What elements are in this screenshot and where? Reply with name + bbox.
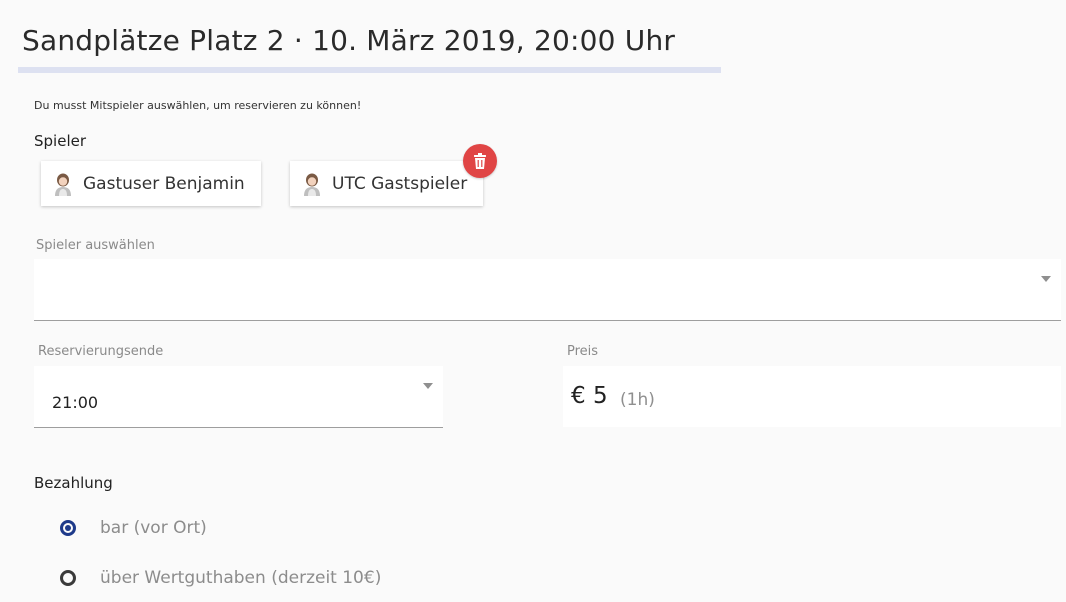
payment-option-cash[interactable]: bar (vor Ort) xyxy=(60,518,207,538)
player-select[interactable] xyxy=(34,259,1061,321)
hint-text: Du musst Mitspieler auswählen, um reserv… xyxy=(34,99,362,112)
radio-checked-icon[interactable] xyxy=(60,520,76,536)
price-duration: (1h) xyxy=(620,390,655,410)
player-avatar-icon xyxy=(55,173,71,196)
title-underline xyxy=(18,67,721,73)
players-label: Spieler xyxy=(34,132,87,150)
reservation-end-select[interactable]: 21:00 xyxy=(34,366,443,428)
player-avatar-icon xyxy=(304,173,320,196)
price-field: € 5 (1h) xyxy=(563,366,1061,427)
player-select-label: Spieler auswählen xyxy=(36,238,155,253)
radio-unchecked-icon[interactable] xyxy=(60,570,76,586)
player-chip-1[interactable]: Gastuser Benjamin xyxy=(41,161,261,206)
remove-player-button[interactable] xyxy=(463,144,497,178)
chevron-down-icon xyxy=(423,383,433,389)
price-amount: € 5 xyxy=(571,383,608,409)
player-chip-2[interactable]: UTC Gastspieler xyxy=(290,161,483,206)
player-chip-name: Gastuser Benjamin xyxy=(83,173,245,194)
trash-icon xyxy=(474,153,486,169)
page-title: Sandplätze Platz 2 · 10. März 2019, 20:0… xyxy=(22,24,676,57)
price-label: Preis xyxy=(567,344,599,359)
payment-option-label: über Wertguthaben (derzeit 10€) xyxy=(100,568,382,588)
player-chip-name: UTC Gastspieler xyxy=(332,173,468,194)
reservation-end-value: 21:00 xyxy=(52,393,99,412)
reservation-end-label: Reservierungsende xyxy=(38,344,164,359)
payment-option-label: bar (vor Ort) xyxy=(100,518,207,538)
payment-label: Bezahlung xyxy=(34,474,113,492)
payment-option-credit[interactable]: über Wertguthaben (derzeit 10€) xyxy=(60,568,381,588)
chevron-down-icon xyxy=(1041,276,1051,282)
